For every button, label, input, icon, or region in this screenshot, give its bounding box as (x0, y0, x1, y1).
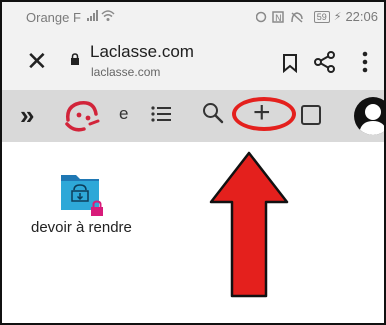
locked-folder-icon[interactable] (60, 169, 106, 217)
square-icon[interactable] (301, 105, 321, 125)
share-icon[interactable] (314, 51, 336, 73)
folder-label[interactable]: devoir à rendre (31, 219, 132, 236)
red-arrow-annotation (209, 151, 289, 298)
page-title: Laclasse.com (90, 42, 194, 61)
status-icons: N 59 ⚡ 22:06 (255, 9, 378, 24)
lock-icon (71, 53, 79, 65)
bookmark-icon[interactable] (282, 53, 298, 73)
page-url[interactable]: laclasse.com (91, 65, 160, 79)
clock: 22:06 (345, 9, 378, 24)
browser-url-bar: ✕ Laclasse.com laclasse.com (0, 34, 386, 90)
app-toolbar: » e + (2, 90, 386, 142)
svg-text:N: N (275, 14, 282, 24)
signal-wifi-icon (86, 8, 116, 25)
close-icon[interactable]: ✕ (26, 48, 48, 74)
app-letter-label[interactable]: e (119, 104, 128, 124)
laclasse-logo[interactable] (62, 98, 102, 134)
more-vertical-icon[interactable] (362, 50, 368, 74)
search-icon[interactable] (202, 102, 224, 124)
status-misc-icons: N (255, 10, 303, 24)
avatar-icon[interactable] (354, 97, 386, 135)
battery-level: 59 (313, 10, 330, 23)
list-icon[interactable] (151, 106, 171, 122)
status-bar: Orange F N 59 ⚡ 22:06 (0, 0, 386, 34)
chevron-double-right-icon[interactable]: » (20, 102, 34, 128)
highlight-ellipse-annotation (232, 97, 296, 131)
charging-icon: ⚡ (333, 11, 342, 23)
carrier-name: Orange F (26, 10, 81, 25)
